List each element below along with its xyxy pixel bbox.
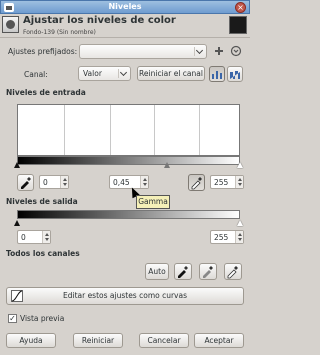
levels-icon: [2, 16, 19, 33]
pick-white-all-button[interactable]: [224, 263, 242, 280]
log-histogram-icon: [230, 71, 240, 79]
spin-arrows-icon[interactable]: [60, 176, 68, 188]
reset-channel-button[interactable]: Reiniciar el canal: [137, 66, 205, 81]
histogram: [17, 104, 240, 156]
preview-checkbox[interactable]: ✓: [8, 314, 17, 323]
reset-button[interactable]: Reiniciar: [73, 333, 123, 348]
white-eyedropper-icon: [191, 177, 202, 190]
output-low-spin[interactable]: 0: [17, 230, 51, 244]
window-titlebar[interactable]: Niveles ×: [0, 0, 250, 14]
gray-eyedropper-icon: [203, 266, 213, 278]
black-eyedropper-icon: [21, 177, 31, 189]
help-button[interactable]: Ayuda: [6, 333, 56, 348]
edit-as-curves-label: Editar estos ajustes como curvas: [62, 291, 187, 300]
input-low-spin[interactable]: 0: [39, 175, 69, 189]
dialog-header: Ajustar los niveles de color Fondo-139 (…: [0, 14, 250, 38]
output-gradient-bar: [17, 210, 240, 219]
dialog-title: Ajustar los niveles de color: [23, 15, 176, 26]
spin-arrows-icon[interactable]: [235, 231, 243, 243]
input-high-handle[interactable]: [237, 162, 243, 168]
linear-histogram-button[interactable]: [209, 66, 225, 82]
gamma-value: 0,45: [113, 178, 130, 187]
window-title: Niveles: [108, 2, 142, 11]
gamma-tooltip: Gamma: [136, 195, 170, 209]
input-low-handle[interactable]: [14, 162, 20, 168]
all-channels-heading: Todos los canales: [6, 249, 80, 258]
pick-black-button[interactable]: [17, 174, 34, 191]
output-high-value: 255: [214, 233, 229, 242]
white-eyedropper-icon: [227, 266, 238, 279]
auto-button[interactable]: Auto: [145, 263, 169, 280]
preview-label: Vista previa: [20, 314, 65, 323]
layer-thumbnail: [229, 16, 247, 34]
spin-arrows-icon[interactable]: [140, 176, 148, 188]
output-high-handle[interactable]: [237, 220, 243, 226]
cancel-button[interactable]: Cancelar: [139, 333, 189, 348]
output-low-value: 0: [21, 233, 26, 242]
ok-button[interactable]: Aceptar: [194, 333, 244, 348]
pick-black-all-button[interactable]: [174, 263, 192, 280]
input-gamma-handle[interactable]: [164, 162, 170, 168]
channel-value: Valor: [83, 69, 102, 78]
input-high-spin[interactable]: 255: [210, 175, 244, 189]
presets-label: Ajustes prefijados:: [8, 47, 78, 56]
input-levels-heading: Niveles de entrada: [6, 88, 86, 97]
gamma-spin[interactable]: 0,45: [109, 175, 149, 189]
output-low-handle[interactable]: [14, 220, 20, 226]
dialog-subtitle: Fondo-139 (Sin nombre): [23, 29, 96, 36]
pick-white-button[interactable]: [188, 174, 205, 191]
presets-menu-icon[interactable]: [230, 45, 242, 57]
channel-label: Canal:: [24, 70, 48, 79]
input-gradient-bar: [17, 156, 240, 165]
chevron-down-icon: [194, 47, 203, 56]
spin-arrows-icon[interactable]: [235, 176, 243, 188]
spin-arrows-icon[interactable]: [42, 231, 50, 243]
output-high-spin[interactable]: 255: [210, 230, 244, 244]
pick-gray-all-button[interactable]: [199, 263, 217, 280]
input-low-value: 0: [43, 178, 48, 187]
chevron-down-icon: [118, 69, 127, 78]
black-eyedropper-icon: [178, 266, 188, 278]
add-preset-icon[interactable]: [213, 45, 225, 57]
presets-combo[interactable]: [79, 44, 207, 59]
linear-histogram-icon: [212, 71, 222, 79]
close-icon[interactable]: ×: [235, 2, 246, 13]
edit-as-curves-button[interactable]: Editar estos ajustes como curvas: [6, 287, 244, 305]
channel-combo[interactable]: Valor: [78, 66, 131, 81]
output-levels-heading: Niveles de salida: [6, 197, 78, 206]
input-high-value: 255: [214, 178, 229, 187]
log-histogram-button[interactable]: [227, 66, 243, 82]
curves-icon: [11, 290, 23, 302]
